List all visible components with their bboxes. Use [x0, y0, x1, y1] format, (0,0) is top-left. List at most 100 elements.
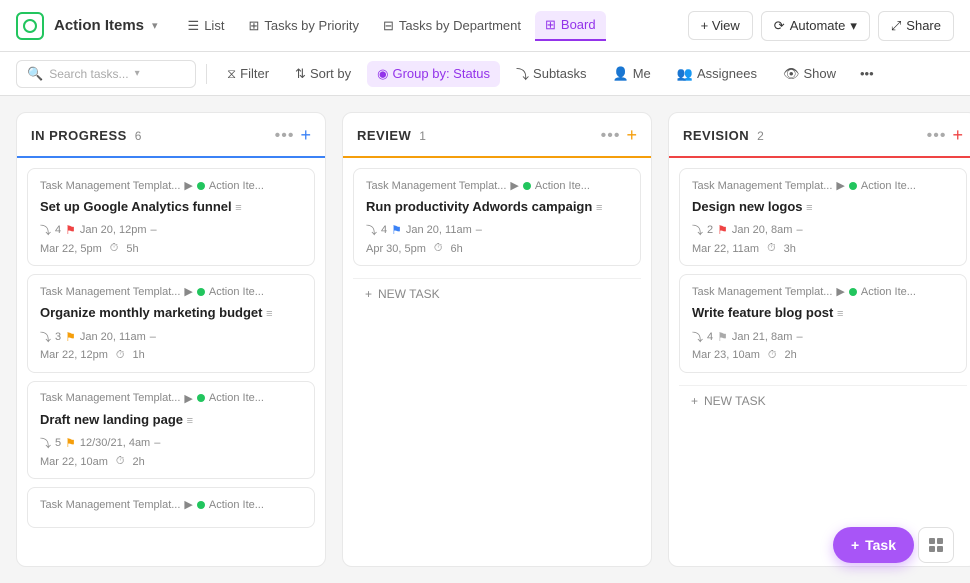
- col-header-in-progress: IN PROGRESS 6 ••• +: [17, 113, 325, 158]
- toolbar: 🔍 Search tasks... ▾ ⧖ Filter ⇅ Sort by ◉…: [0, 52, 970, 96]
- new-task-fab[interactable]: + Task: [833, 527, 914, 563]
- card-meta-v1: Task Management Templat... ▶ Action Ite.…: [692, 179, 954, 192]
- top-nav-bar: Action Items ▾ ☰ List ⊞ Tasks by Priorit…: [0, 0, 970, 52]
- subtask-icon-1: ⤵: [40, 222, 51, 238]
- automate-icon: ⟳: [774, 18, 785, 34]
- flag-icon-2: ⚑: [65, 330, 76, 344]
- card-analytics[interactable]: Task Management Templat... ▶ Action Ite.…: [27, 168, 315, 266]
- search-placeholder: Search tasks...: [49, 67, 128, 81]
- status-dot-1: [197, 182, 205, 190]
- group-status-button[interactable]: ◉ Group by: Status: [367, 61, 500, 87]
- time-1: 5h: [126, 243, 138, 255]
- card-partial-4[interactable]: Task Management Templat... ▶ Action Ite.…: [27, 487, 315, 528]
- col-more-in-progress[interactable]: •••: [275, 127, 295, 145]
- fab-plus-icon: +: [851, 537, 859, 553]
- subtask-icon-v2: ⤵: [692, 329, 703, 345]
- card-row-v2: Mar 23, 10am ⏱ 2h: [692, 349, 954, 362]
- more-dots-icon: •••: [860, 66, 874, 81]
- due-label-v1: Mar 22, 11am: [692, 243, 759, 255]
- new-task-review[interactable]: + NEW TASK: [353, 278, 641, 309]
- nav-tasks-dept[interactable]: ⊟ Tasks by Department: [373, 12, 531, 40]
- subtasks-icon: ⤵: [516, 64, 529, 83]
- add-view-button[interactable]: + View: [688, 11, 753, 40]
- grid-view-button[interactable]: [918, 527, 954, 563]
- sort-button[interactable]: ⇅ Sort by: [285, 61, 361, 87]
- card-budget[interactable]: Task Management Templat... ▶ Action Ite.…: [27, 274, 315, 372]
- card-icons-v1: ⤵ 2 ⚑ Jan 20, 8am –: [692, 222, 954, 238]
- due-label-2: Mar 22, 12pm: [40, 349, 108, 361]
- card-row-r1: Apr 30, 5pm ⏱ 6h: [366, 242, 628, 255]
- assignees-label: Assignees: [697, 66, 757, 81]
- column-review: REVIEW 1 ••• + Task Management Templat..…: [342, 112, 652, 567]
- card-title-logos: Design new logos ≡: [692, 198, 954, 216]
- search-caret-icon: ▾: [135, 68, 140, 79]
- nav-tasks-priority[interactable]: ⊞ Tasks by Priority: [238, 12, 369, 40]
- card-title-landing: Draft new landing page ≡: [40, 411, 302, 429]
- status-dot-r1: [523, 182, 531, 190]
- card-adwords[interactable]: Task Management Templat... ▶ Action Ite.…: [353, 168, 641, 266]
- due-label-v2: Mar 23, 10am: [692, 349, 760, 361]
- new-task-revision[interactable]: + NEW TASK: [679, 385, 967, 416]
- card-logos[interactable]: Task Management Templat... ▶ Action Ite.…: [679, 168, 967, 266]
- card-row-2: Mar 22, 12pm ⏱ 1h: [40, 349, 302, 362]
- card-meta-v2: Task Management Templat... ▶ Action Ite.…: [692, 285, 954, 298]
- subtasks-label: Subtasks: [533, 66, 586, 81]
- show-button[interactable]: 👁 Show: [773, 61, 846, 87]
- time-icon-1: ⏱: [110, 242, 119, 255]
- group-icon: ◉: [377, 66, 388, 82]
- card-blog[interactable]: Task Management Templat... ▶ Action Ite.…: [679, 274, 967, 372]
- flag-icon-r1: ⚑: [391, 223, 402, 237]
- breadcrumb-1: Action Ite...: [209, 180, 264, 192]
- card-title-analytics: Set up Google Analytics funnel ≡: [40, 198, 302, 216]
- flag-icon-v2: ⚑: [717, 330, 728, 344]
- more-options-button[interactable]: •••: [852, 61, 882, 86]
- status-dot-v1: [849, 182, 857, 190]
- breadcrumb-4: Action Ite...: [209, 499, 264, 511]
- nav-board-label: Board: [561, 17, 596, 32]
- group-label: Group by: Status: [392, 66, 490, 81]
- automate-caret-icon: ▾: [850, 18, 857, 34]
- me-label: Me: [633, 66, 651, 81]
- filter-button[interactable]: ⧖ Filter: [217, 61, 279, 87]
- card-meta-3: Task Management Templat... ▶ Action Ite.…: [40, 392, 302, 405]
- card-meta-2: Task Management Templat... ▶ Action Ite.…: [40, 285, 302, 298]
- status-dot-4: [197, 501, 205, 509]
- divider-1: [206, 64, 207, 84]
- col-count-revision: 2: [757, 129, 764, 143]
- nav-list-label: List: [204, 18, 224, 33]
- col-add-review[interactable]: +: [626, 125, 637, 146]
- time-icon-v1: ⏱: [767, 242, 776, 255]
- flag-icon-3: ⚑: [65, 436, 76, 450]
- share-button[interactable]: ⤢ Share: [878, 11, 954, 41]
- card-landing[interactable]: Task Management Templat... ▶ Action Ite.…: [27, 381, 315, 479]
- date-3: 12/30/21, 4am: [80, 437, 150, 449]
- subtasks-button[interactable]: ⤵ Subtasks: [506, 59, 597, 88]
- board-area: IN PROGRESS 6 ••• + Task Management Temp…: [0, 96, 970, 583]
- automate-label: Automate: [790, 18, 846, 33]
- col-add-revision[interactable]: +: [952, 125, 963, 146]
- col-title-review: REVIEW: [357, 128, 411, 143]
- automate-button[interactable]: ⟳ Automate ▾: [761, 11, 870, 41]
- column-in-progress: IN PROGRESS 6 ••• + Task Management Temp…: [16, 112, 326, 567]
- assignees-button[interactable]: 👥 Assignees: [667, 61, 767, 87]
- template-label-3: Task Management Templat...: [40, 392, 180, 404]
- nav-list[interactable]: ☰ List: [178, 12, 235, 40]
- filter-label: Filter: [240, 66, 269, 81]
- card-title-blog: Write feature blog post ≡: [692, 304, 954, 322]
- card-meta-r1: Task Management Templat... ▶ Action Ite.…: [366, 179, 628, 192]
- breadcrumb-2: Action Ite...: [209, 286, 264, 298]
- col-more-review[interactable]: •••: [601, 127, 621, 145]
- subtask-count-v1: 2: [707, 224, 713, 236]
- breadcrumb-v2: Action Ite...: [861, 286, 916, 298]
- col-more-revision[interactable]: •••: [927, 127, 947, 145]
- list-icon: ☰: [188, 18, 200, 34]
- nav-board[interactable]: ⊞ Board: [535, 11, 606, 41]
- dash-v2: –: [796, 331, 802, 343]
- col-add-in-progress[interactable]: +: [300, 125, 311, 146]
- app-title-caret[interactable]: ▾: [152, 19, 158, 32]
- search-box[interactable]: 🔍 Search tasks... ▾: [16, 60, 196, 88]
- fab-label: Task: [865, 537, 896, 553]
- flag-icon-1: ⚑: [65, 223, 76, 237]
- me-button[interactable]: 👤 Me: [603, 61, 661, 87]
- due-label-1: Mar 22, 5pm: [40, 243, 102, 255]
